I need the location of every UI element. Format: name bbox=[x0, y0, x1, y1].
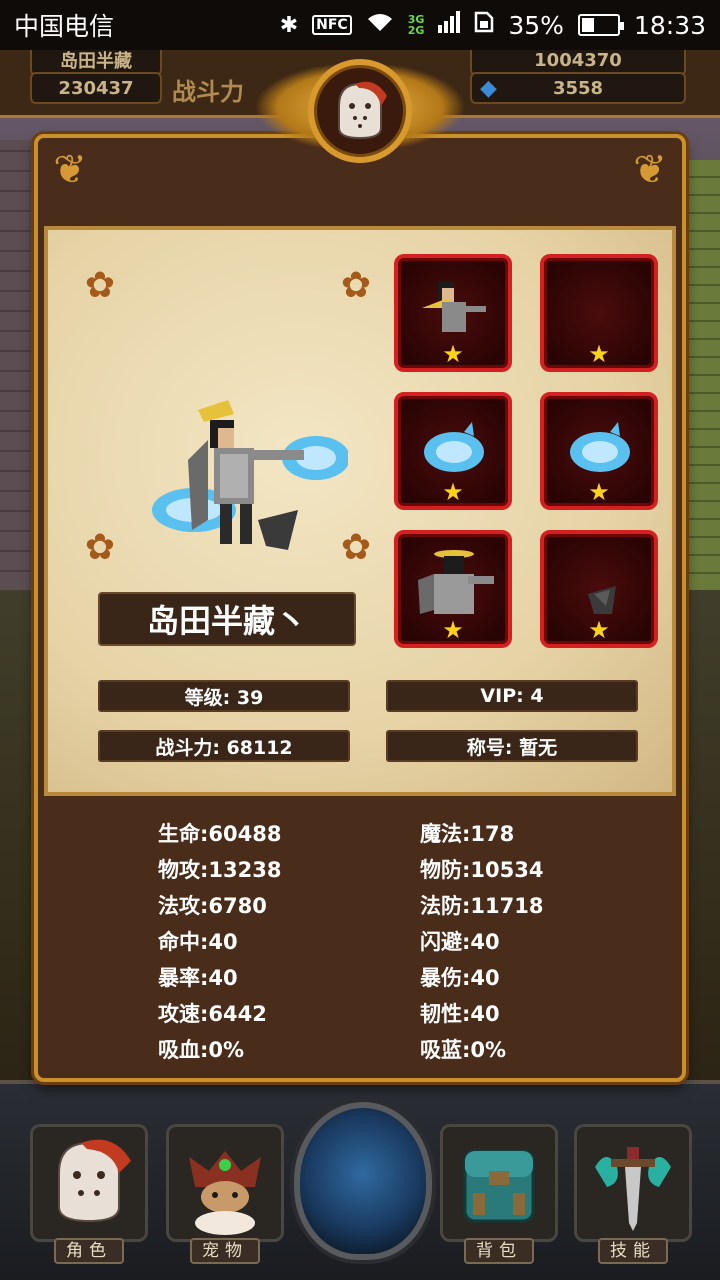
hero-name-plate: 岛田半藏丶 bbox=[98, 592, 356, 646]
nav-character-button[interactable]: 角色 bbox=[30, 1124, 148, 1264]
hero-avatar[interactable] bbox=[308, 59, 412, 163]
pet-egg-icon bbox=[189, 1151, 261, 1235]
nav-backpack-button[interactable]: 背包 bbox=[440, 1124, 558, 1264]
stat-mana: 魔法:178 bbox=[420, 822, 515, 846]
equipment-slot-5[interactable]: ★ bbox=[394, 530, 512, 648]
stat-physical-attack: 物攻:13238 bbox=[158, 858, 282, 882]
hero-sprite bbox=[152, 400, 348, 550]
nav-skill-button[interactable]: 技能 bbox=[574, 1124, 692, 1264]
vip-bar[interactable]: VIP: 4 bbox=[386, 680, 638, 712]
ornament-icon: ✿ bbox=[84, 527, 116, 568]
stat-attack-speed: 攻速:6442 bbox=[158, 1002, 267, 1026]
equipment-slot-3[interactable]: ★ bbox=[394, 392, 512, 510]
stat-magic-attack: 法攻:6780 bbox=[158, 894, 267, 918]
backpack-icon bbox=[463, 1149, 535, 1223]
nav-pet-button[interactable]: 宠物 bbox=[166, 1124, 284, 1264]
stat-dodge: 闪避:40 bbox=[420, 930, 500, 954]
wifi-icon bbox=[366, 11, 394, 39]
level-bar: 等级: 39 bbox=[98, 680, 350, 712]
ornament-icon: ✿ bbox=[84, 265, 116, 306]
equipment-slot-1[interactable]: ★ bbox=[394, 254, 512, 372]
sword-skill-icon bbox=[595, 1147, 671, 1231]
castle-wall-right bbox=[682, 160, 720, 590]
clock: 18:33 bbox=[633, 10, 706, 40]
star-icon: ★ bbox=[442, 616, 464, 644]
character-info-panel: ❦ ❦ ✿ ✿ ✿ ✿ 岛田半藏丶 等级: 39 VIP: 4 战斗力: 681… bbox=[34, 134, 686, 1082]
stat-accuracy: 命中:40 bbox=[158, 930, 238, 954]
stat-crit-damage: 暴伤:40 bbox=[420, 966, 500, 990]
ornament-icon: ✿ bbox=[340, 265, 372, 306]
character-card: ✿ ✿ ✿ ✿ 岛田半藏丶 等级: 39 VIP: 4 战斗力: 68112 称… bbox=[44, 226, 676, 796]
hero-name: 岛田半藏丶 bbox=[146, 602, 307, 640]
nfc-icon: NFC bbox=[312, 15, 352, 35]
ice-spirit-icon bbox=[570, 422, 630, 472]
nav-center-button[interactable] bbox=[294, 1102, 432, 1260]
ice-spirit-icon bbox=[424, 422, 484, 472]
stat-hp: 生命:60488 bbox=[158, 822, 282, 846]
stat-toughness: 韧性:40 bbox=[420, 1002, 500, 1026]
stat-lifesteal: 吸血:0% bbox=[158, 1038, 245, 1062]
bottom-navigation: 角色 宠物 背包 技能 bbox=[0, 1080, 720, 1280]
battery-percent: 35% bbox=[508, 10, 564, 40]
equipment-slot-4[interactable]: ★ bbox=[540, 392, 658, 510]
star-icon: ★ bbox=[442, 340, 464, 368]
star-icon: ★ bbox=[442, 478, 464, 506]
star-icon: ★ bbox=[588, 616, 610, 644]
stat-physical-defense: 物防:10534 bbox=[420, 858, 544, 882]
nav-character-label: 角色 bbox=[54, 1238, 124, 1264]
star-icon: ★ bbox=[588, 340, 610, 368]
carrier-name: 中国电信 bbox=[14, 12, 115, 41]
armor-icon bbox=[418, 550, 494, 614]
signal-icon bbox=[438, 11, 461, 39]
corner-ornament-icon: ❦ bbox=[53, 147, 87, 193]
hud-power-label: 战斗力 bbox=[172, 78, 244, 106]
hero-emblem bbox=[254, 52, 466, 170]
sim-icon bbox=[474, 11, 494, 39]
bluetooth-icon: ✱ bbox=[279, 12, 299, 38]
status-icons: ✱ NFC 3G 2G 35% 18:33 bbox=[280, 11, 706, 40]
boots-icon bbox=[588, 586, 616, 614]
equipment-slot-2[interactable]: ★ bbox=[540, 254, 658, 372]
power-bar: 战斗力: 68112 bbox=[98, 730, 350, 762]
corner-ornament-icon: ❦ bbox=[633, 147, 667, 193]
nav-skill-label: 技能 bbox=[598, 1238, 668, 1264]
equipment-slot-6[interactable]: ★ bbox=[540, 530, 658, 648]
stat-magic-defense: 法防:11718 bbox=[420, 894, 544, 918]
gladiator-helmet-icon bbox=[338, 81, 387, 140]
battery-icon bbox=[577, 14, 624, 36]
hud-power-value: 230437 bbox=[30, 72, 162, 104]
stats-panel: 生命:60488 物攻:13238 法攻:6780 命中:40 暴率:40 攻速… bbox=[44, 798, 676, 1074]
title-bar[interactable]: 称号: 暂无 bbox=[386, 730, 638, 762]
stat-crit-rate: 暴率:40 bbox=[158, 966, 238, 990]
nav-pet-label: 宠物 bbox=[190, 1238, 260, 1264]
network-type-icon: 3G 2G bbox=[407, 13, 425, 37]
nav-backpack-label: 背包 bbox=[464, 1238, 534, 1264]
hud-gems[interactable]: ◆ 3558 bbox=[470, 72, 686, 104]
status-bar: 中国电信 ✱ NFC 3G 2G 35% 18:33 bbox=[0, 0, 720, 50]
star-icon: ★ bbox=[588, 478, 610, 506]
hero-mini-icon bbox=[422, 282, 486, 332]
stat-mana-steal: 吸蓝:0% bbox=[420, 1038, 507, 1062]
gladiator-helmet-icon bbox=[58, 1139, 131, 1223]
gem-icon: ◆ bbox=[480, 75, 497, 101]
